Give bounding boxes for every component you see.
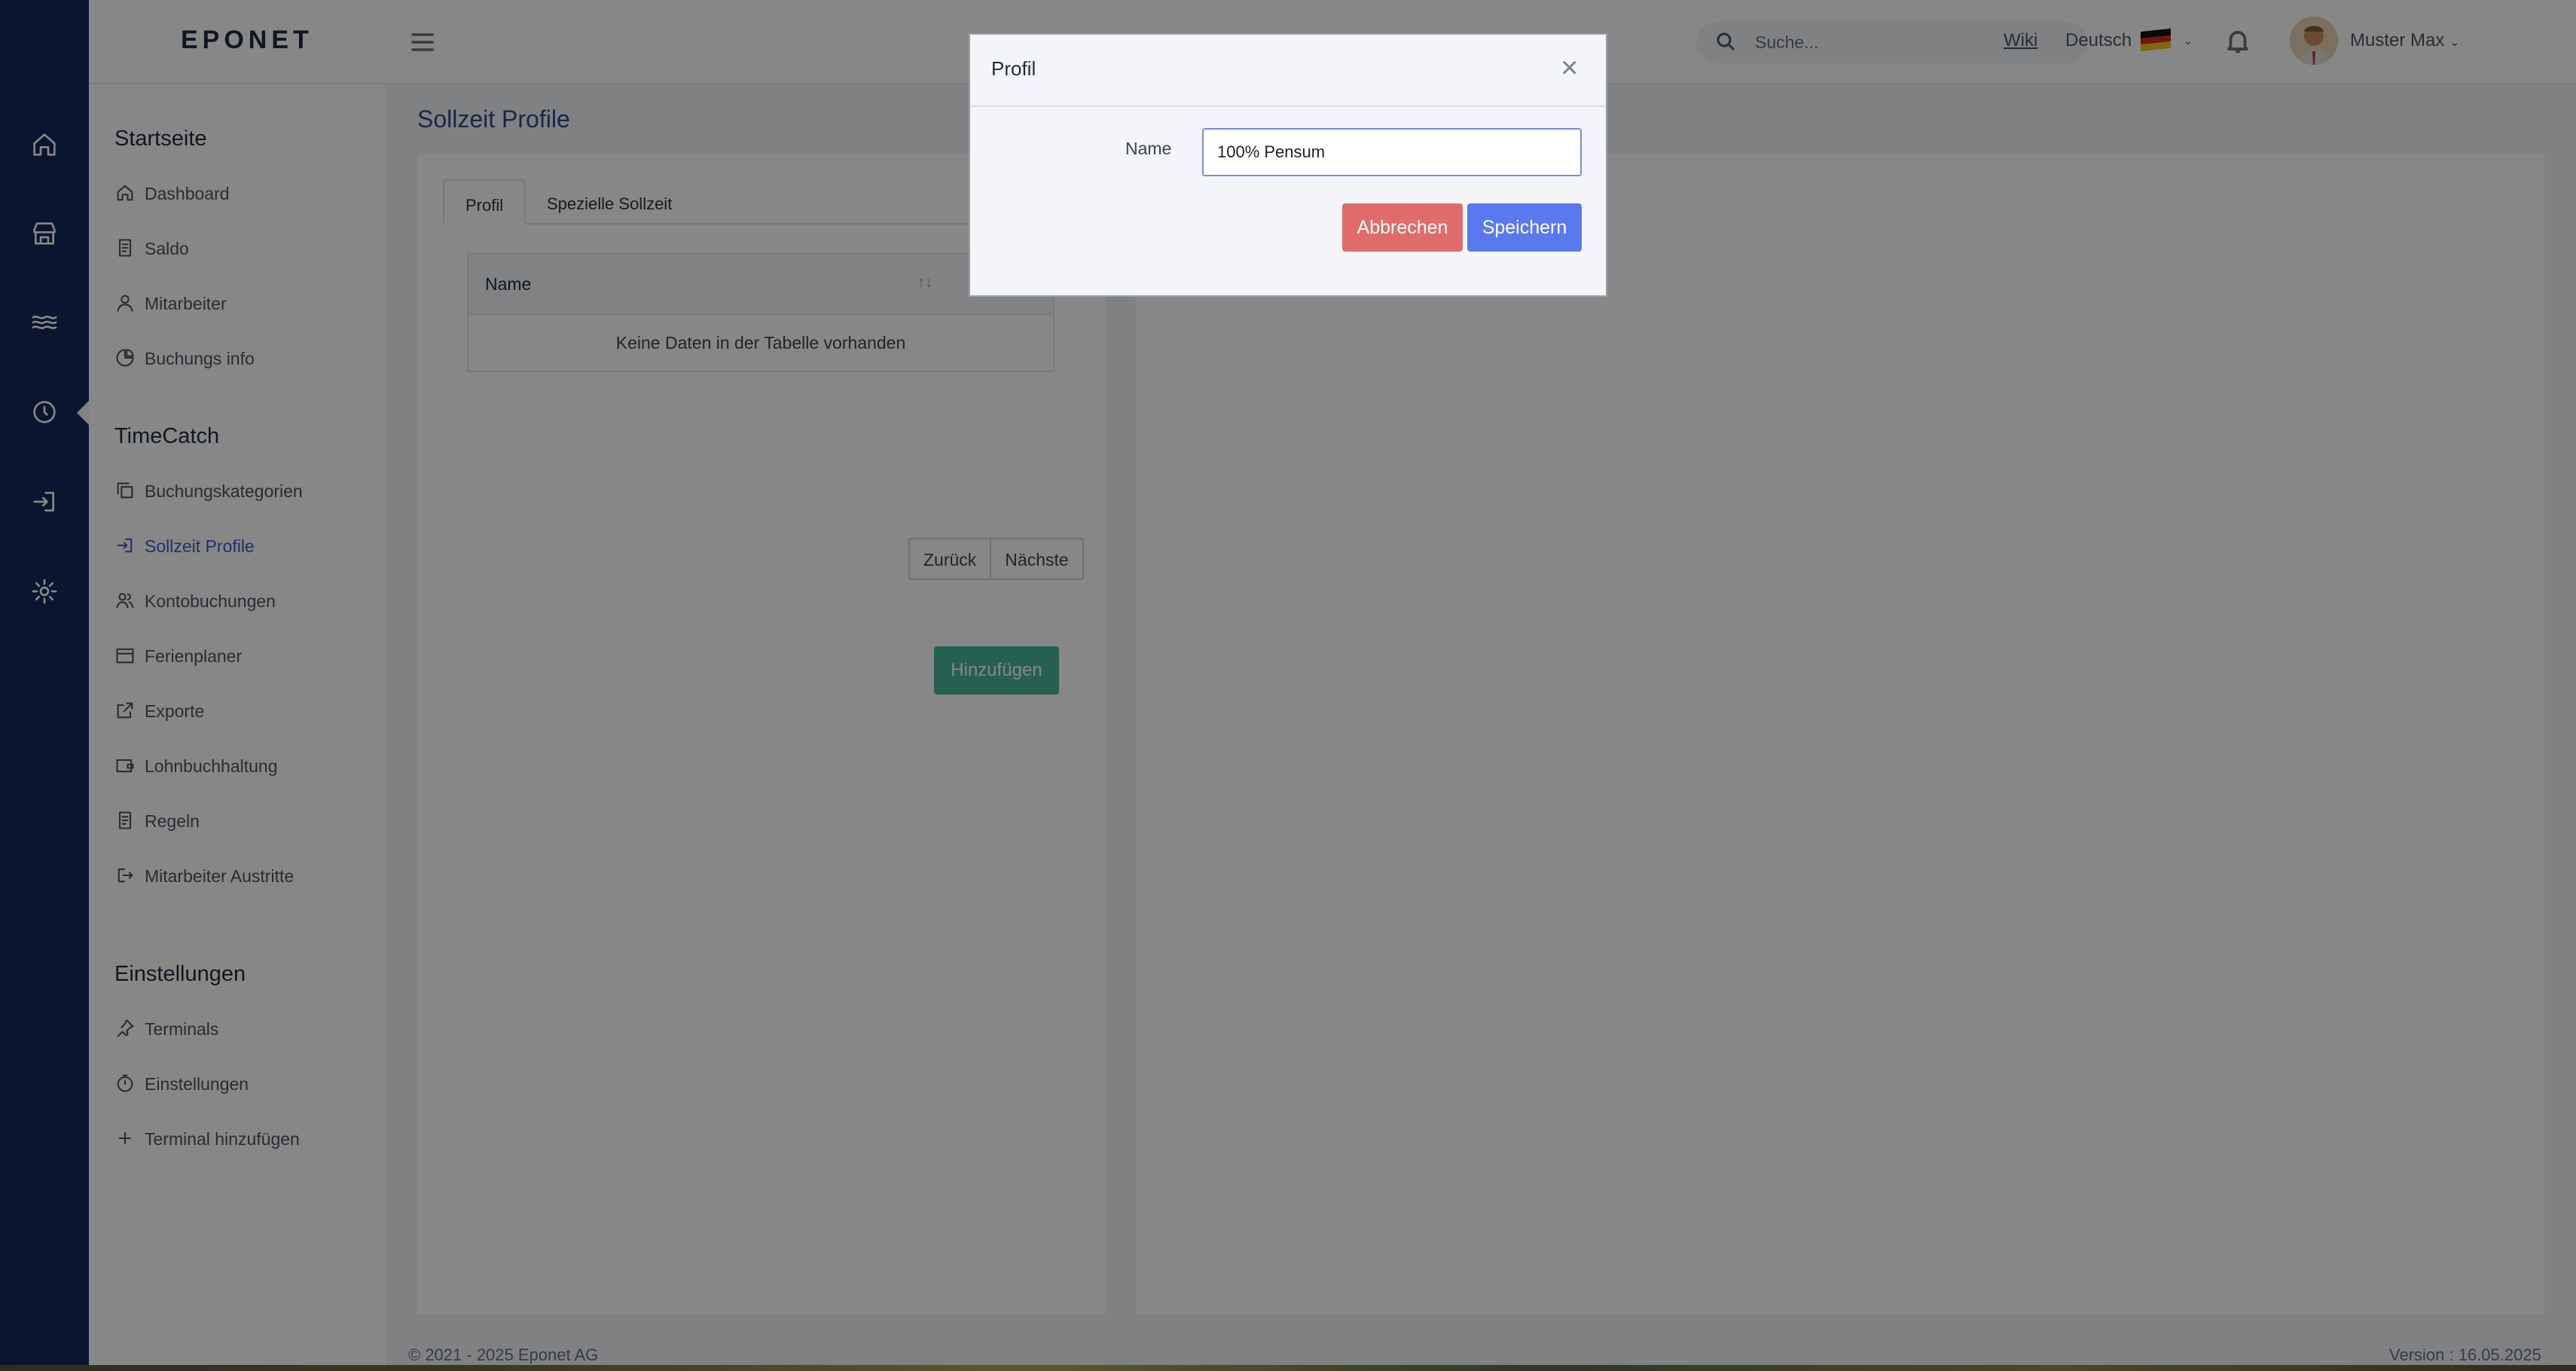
save-button[interactable]: Speichern [1467, 203, 1582, 252]
name-field[interactable] [1202, 128, 1582, 176]
desktop-strip [0, 1365, 2576, 1371]
dialog-header: Profil × [970, 35, 1606, 107]
app-window: EPONET Wiki Deutsch ⌄ Muster Max ⌄ Start… [0, 0, 2576, 1365]
name-label: Name [1125, 139, 1172, 158]
profile-dialog: Profil × Name Abbrechen Speichern [969, 33, 1607, 297]
dialog-title: Profil [991, 57, 1036, 80]
cancel-button[interactable]: Abbrechen [1342, 203, 1463, 252]
close-icon[interactable]: × [1561, 53, 1578, 83]
